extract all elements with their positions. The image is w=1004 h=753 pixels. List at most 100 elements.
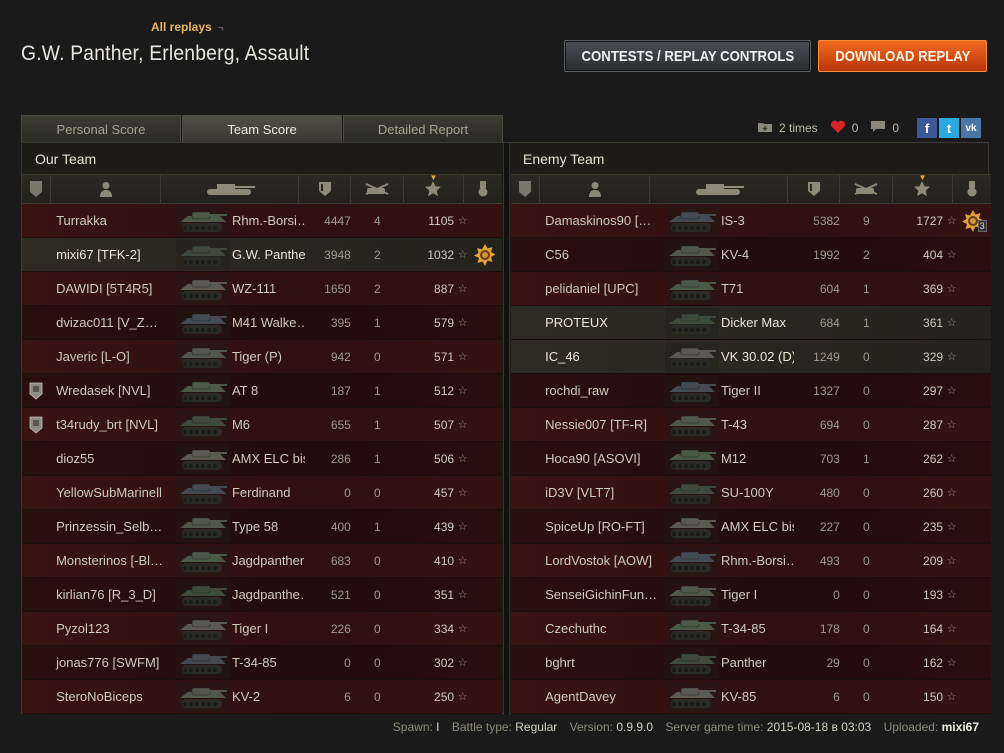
comment-icon[interactable] bbox=[870, 120, 886, 136]
player-name[interactable]: SpiceUp [RO-FT] bbox=[539, 510, 665, 543]
col-kills-header[interactable] bbox=[351, 175, 405, 203]
player-name[interactable]: rochdi_raw bbox=[539, 374, 665, 407]
xp-value: 410 bbox=[434, 553, 455, 568]
player-row[interactable]: Hoca90 [ASOVI] M12 703 1 262 ☆ bbox=[511, 442, 991, 476]
contests-replay-controls-button[interactable]: CONTESTS / REPLAY CONTROLS bbox=[564, 40, 811, 72]
col-damage-header[interactable] bbox=[788, 175, 841, 203]
vk-share-icon[interactable]: vk bbox=[961, 118, 982, 138]
player-row[interactable]: IC_46 VK 30.02 (D) 1249 0 329 ☆ bbox=[511, 340, 991, 374]
download-replay-button[interactable]: DOWNLOAD REPLAY bbox=[818, 40, 987, 72]
tank-image-cell bbox=[175, 408, 230, 441]
player-name[interactable]: SenseiGichinFun… bbox=[539, 578, 665, 611]
col-xp-header[interactable]: ▼ bbox=[404, 173, 464, 203]
player-name[interactable]: Damaskinos90 [… bbox=[539, 204, 665, 237]
all-replays-link[interactable]: All replays ¬ bbox=[151, 20, 224, 34]
player-name[interactable]: t34rudy_brt [NVL] bbox=[50, 408, 176, 441]
player-row[interactable]: iD3V [VLT7] SU-100Y 480 0 260 ☆ bbox=[511, 476, 991, 510]
player-row[interactable]: Pyzol123 Tiger I 226 0 334 ☆ bbox=[22, 612, 502, 646]
medal-cell bbox=[468, 646, 502, 679]
kills-value: 2 bbox=[862, 247, 870, 262]
medal-cell bbox=[957, 680, 991, 713]
player-name[interactable]: PROTEUX bbox=[539, 306, 665, 339]
xp-value: 1032 bbox=[427, 247, 455, 262]
player-row[interactable]: Monsterinos [-Bl… Jagdpanther 683 0 410 … bbox=[22, 544, 502, 578]
player-row[interactable]: AgentDavey KV-85 6 0 150 ☆ bbox=[511, 680, 991, 714]
col-player-header[interactable] bbox=[51, 175, 162, 203]
player-name[interactable]: C56 bbox=[539, 238, 665, 271]
player-name[interactable]: Hoca90 [ASOVI] bbox=[539, 442, 665, 475]
player-name[interactable]: IC_46 bbox=[539, 340, 665, 373]
player-name[interactable]: Turrakka bbox=[50, 204, 176, 237]
player-row[interactable]: Prinzessin_Selb… Type 58 400 1 439 ☆ bbox=[22, 510, 502, 544]
player-row[interactable]: Javeric [L-O] Tiger (P) 942 0 571 ☆ bbox=[22, 340, 502, 374]
player-name[interactable]: dvizac011 [V_Z… bbox=[50, 306, 176, 339]
player-row[interactable]: SpiceUp [RO-FT] AMX ELC bis 227 0 235 ☆ bbox=[511, 510, 991, 544]
player-name[interactable]: YellowSubMarinell bbox=[50, 476, 176, 509]
xp-value: 506 bbox=[434, 451, 455, 466]
player-name[interactable]: Monsterinos [-Bl… bbox=[50, 544, 176, 577]
xp-star-icon: ☆ bbox=[946, 589, 957, 601]
player-row[interactable]: mixi67 [TFK-2] G.W. Panther 3948 2 1032 … bbox=[22, 238, 502, 272]
tab-detailed-report[interactable]: Detailed Report bbox=[343, 115, 503, 142]
col-damage-header[interactable] bbox=[299, 175, 352, 203]
col-kills-header[interactable] bbox=[840, 175, 894, 203]
player-row[interactable]: Nessie007 [TF-R] T-43 694 0 287 ☆ bbox=[511, 408, 991, 442]
player-name[interactable]: dioz55 bbox=[50, 442, 176, 475]
player-row[interactable]: dioz55 AMX ELC bis 286 1 506 ☆ bbox=[22, 442, 502, 476]
player-row[interactable]: SteroNoBiceps KV-2 6 0 250 ☆ bbox=[22, 680, 502, 714]
facebook-share-icon[interactable]: f bbox=[917, 118, 938, 138]
player-name[interactable]: Czechuthc bbox=[539, 612, 665, 645]
player-row[interactable]: rochdi_raw Tiger II 1327 0 297 ☆ bbox=[511, 374, 991, 408]
achievement-medal-icon[interactable] bbox=[474, 243, 496, 266]
player-name[interactable]: bghrt bbox=[539, 646, 665, 679]
player-row[interactable]: bghrt Panther 29 0 162 ☆ bbox=[511, 646, 991, 680]
player-name[interactable]: iD3V [VLT7] bbox=[539, 476, 665, 509]
player-name[interactable]: Prinzessin_Selb… bbox=[50, 510, 176, 543]
player-name[interactable]: SteroNoBiceps bbox=[50, 680, 176, 713]
player-name[interactable]: mixi67 [TFK-2] bbox=[50, 238, 176, 271]
damage-icon bbox=[318, 182, 331, 196]
col-medal-header[interactable] bbox=[953, 175, 991, 203]
player-row[interactable]: Damaskinos90 [… IS-3 5382 9 1727 ☆ 3 bbox=[511, 204, 991, 238]
player-row[interactable]: dvizac011 [V_Z… M41 Walke… 395 1 579 ☆ bbox=[22, 306, 502, 340]
player-row[interactable]: PROTEUX Dicker Max 684 1 361 ☆ bbox=[511, 306, 991, 340]
player-row[interactable]: DAWIDI [5T4R5] WZ-111 1650 2 887 ☆ bbox=[22, 272, 502, 306]
col-player-header[interactable] bbox=[540, 175, 651, 203]
player-row[interactable]: Wredasek [NVL] AT 8 187 1 512 ☆ bbox=[22, 374, 502, 408]
tank-name: Panther bbox=[720, 655, 767, 670]
col-badge-header[interactable] bbox=[511, 175, 541, 203]
player-name[interactable]: Pyzol123 bbox=[50, 612, 176, 645]
player-name[interactable]: AgentDavey bbox=[539, 680, 665, 713]
col-medal-header[interactable] bbox=[464, 175, 502, 203]
kills-value: 1 bbox=[862, 281, 870, 296]
player-name[interactable]: Javeric [L-O] bbox=[50, 340, 176, 373]
player-name[interactable]: Wredasek [NVL] bbox=[50, 374, 176, 407]
medal-cell bbox=[468, 340, 502, 373]
player-row[interactable]: C56 KV-4 1992 2 404 ☆ bbox=[511, 238, 991, 272]
player-name[interactable]: Nessie007 [TF-R] bbox=[539, 408, 665, 441]
col-xp-header[interactable]: ▼ bbox=[893, 173, 953, 203]
col-tank-header[interactable] bbox=[161, 175, 300, 203]
heart-icon[interactable] bbox=[830, 120, 846, 137]
player-row[interactable]: Czechuthc T-34-85 178 0 164 ☆ bbox=[511, 612, 991, 646]
player-row[interactable]: Turrakka Rhm.-Borsi… 4447 4 1105 ☆ bbox=[22, 204, 502, 238]
player-row[interactable]: pelidaniel [UPC] T71 604 1 369 ☆ bbox=[511, 272, 991, 306]
player-row[interactable]: t34rudy_brt [NVL] M6 655 1 507 ☆ bbox=[22, 408, 502, 442]
uploader-link[interactable]: mixi67 bbox=[942, 720, 979, 734]
tab-personal-score[interactable]: Personal Score bbox=[21, 115, 181, 142]
player-name[interactable]: kirlian76 [R_3_D] bbox=[50, 578, 176, 611]
player-name[interactable]: pelidaniel [UPC] bbox=[539, 272, 665, 305]
damage-icon bbox=[807, 182, 820, 196]
player-name[interactable]: LordVostok [AOW] bbox=[539, 544, 665, 577]
twitter-share-icon[interactable]: t bbox=[939, 118, 960, 138]
col-badge-header[interactable] bbox=[22, 175, 52, 203]
player-name[interactable]: jonas776 [SWFM] bbox=[50, 646, 176, 679]
player-row[interactable]: YellowSubMarinell Ferdinand 0 0 457 ☆ bbox=[22, 476, 502, 510]
player-name[interactable]: DAWIDI [5T4R5] bbox=[50, 272, 176, 305]
tab-team-score[interactable]: Team Score bbox=[182, 115, 342, 142]
player-row[interactable]: LordVostok [AOW] Rhm.-Borsi… 493 0 209 ☆ bbox=[511, 544, 991, 578]
player-row[interactable]: SenseiGichinFun… Tiger I 0 0 193 ☆ bbox=[511, 578, 991, 612]
player-row[interactable]: kirlian76 [R_3_D] Jagdpanthe… 521 0 351 … bbox=[22, 578, 502, 612]
col-tank-header[interactable] bbox=[650, 175, 789, 203]
player-row[interactable]: jonas776 [SWFM] T-34-85 0 0 302 ☆ bbox=[22, 646, 502, 680]
